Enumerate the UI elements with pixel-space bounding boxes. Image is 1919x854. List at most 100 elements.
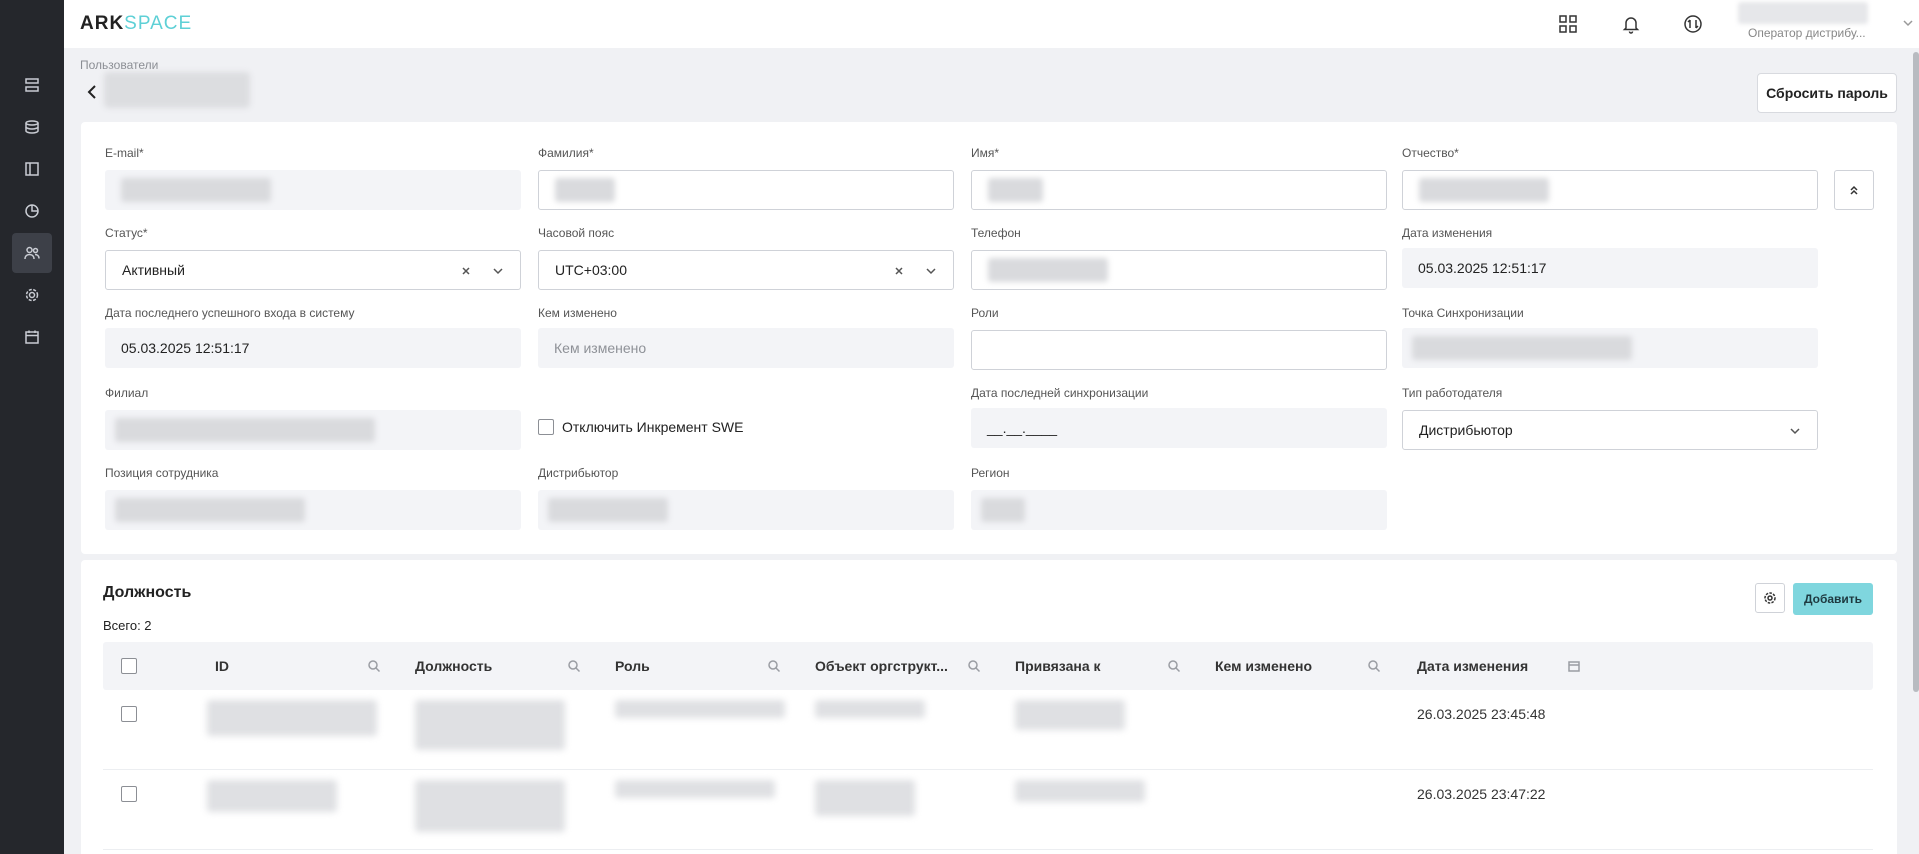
phone-value <box>988 258 1108 282</box>
first-name-field[interactable] <box>971 170 1387 210</box>
calendar-icon[interactable] <box>1567 659 1581 673</box>
cell-position <box>415 780 565 832</box>
row-checkbox[interactable] <box>121 706 137 722</box>
roles-field[interactable] <box>971 330 1387 370</box>
clear-icon[interactable] <box>893 264 905 276</box>
back-arrow-icon[interactable] <box>84 82 100 102</box>
breadcrumb[interactable]: Пользователи <box>80 58 158 72</box>
column-header-position[interactable]: Должность <box>415 642 605 690</box>
cell-org-object <box>815 700 925 718</box>
column-header-id[interactable]: ID <box>215 642 405 690</box>
user-name <box>1738 2 1868 24</box>
email-label: E-mail* <box>105 146 144 160</box>
users-icon <box>24 246 40 260</box>
column-header-linked-to[interactable]: Привязана к <box>1015 642 1205 690</box>
middle-name-field[interactable] <box>1402 170 1818 210</box>
apps-grid-icon[interactable] <box>1556 12 1580 36</box>
database-icon <box>25 120 39 134</box>
employee-position-label: Позиция сотрудника <box>105 466 219 480</box>
user-menu[interactable]: Оператор дистрибу... <box>1738 2 1918 42</box>
last-login-label: Дата последнего успешного входа в систем… <box>105 306 355 320</box>
row-checkbox[interactable] <box>121 786 137 802</box>
last-sync-field: __.__.____ <box>971 408 1387 448</box>
distributor-value <box>548 498 668 522</box>
branch-field <box>105 410 521 450</box>
list-icon <box>25 78 39 92</box>
sidebar-item-database[interactable] <box>12 107 52 147</box>
region-field <box>971 490 1387 530</box>
top-bar: ARKSPACE Оператор дистрибу... <box>64 0 1919 48</box>
logo-space: SPACE <box>124 13 193 34</box>
phone-field[interactable] <box>971 250 1387 290</box>
chevron-down-icon[interactable] <box>925 264 937 276</box>
sidebar-item-layout[interactable] <box>12 149 52 189</box>
sidebar-item-calendar[interactable] <box>12 317 52 357</box>
table-row[interactable]: 26.03.2025 23:45:48 <box>103 690 1873 770</box>
search-icon[interactable] <box>967 659 981 673</box>
logo-ark: ARK <box>80 13 125 34</box>
app-logo[interactable]: ARKSPACE <box>80 13 192 35</box>
search-icon[interactable] <box>567 659 581 673</box>
layout-icon <box>25 162 39 176</box>
search-icon[interactable] <box>1167 659 1181 673</box>
region-value <box>981 498 1025 522</box>
column-header-modified-date[interactable]: Дата изменения <box>1417 642 1607 690</box>
modified-date-label: Дата изменения <box>1402 226 1493 240</box>
cell-id <box>207 700 377 736</box>
employer-type-select[interactable]: Дистрибьютор <box>1402 410 1818 450</box>
sync-point-value <box>1412 336 1632 360</box>
gear-icon <box>1764 592 1776 604</box>
cell-role <box>615 780 775 798</box>
sidebar-item-users[interactable] <box>12 233 52 273</box>
last-sync-value: __.__.____ <box>987 420 1058 436</box>
sidebar-item-reports[interactable] <box>12 191 52 231</box>
branch-value <box>115 418 375 442</box>
search-icon[interactable] <box>1367 659 1381 673</box>
select-all-checkbox[interactable] <box>121 658 137 674</box>
column-label: Привязана к <box>1015 658 1101 674</box>
column-header-role[interactable]: Роль <box>615 642 805 690</box>
table-settings-button[interactable] <box>1755 583 1785 613</box>
table-header: ID Должность Роль Объект оргструкт... Пр… <box>103 642 1873 690</box>
search-icon[interactable] <box>767 659 781 673</box>
distributor-label: Дистрибьютор <box>538 466 619 480</box>
column-header-org-object[interactable]: Объект оргструкт... <box>815 642 1005 690</box>
sidebar-item-settings[interactable] <box>12 275 52 315</box>
cell-org-object <box>815 780 915 816</box>
scrollbar-thumb[interactable] <box>1913 52 1919 692</box>
timezone-select[interactable]: UTC+03:00 <box>538 250 954 290</box>
disable-increment-checkbox[interactable]: Отключить Инкремент SWE <box>538 419 743 435</box>
chevron-down-icon[interactable] <box>1789 424 1801 436</box>
calendar-icon <box>25 330 39 344</box>
chevron-down-icon[interactable] <box>492 264 504 276</box>
cell-id <box>207 780 337 812</box>
bell-icon[interactable] <box>1619 12 1643 36</box>
sync-icon[interactable] <box>1681 12 1705 36</box>
sync-point-field <box>1402 328 1818 368</box>
reset-password-button[interactable]: Сбросить пароль <box>1757 73 1897 113</box>
chevrons-up-icon <box>1850 185 1858 195</box>
table-row[interactable]: 26.03.2025 23:47:22 <box>103 770 1873 850</box>
cell-linked-to <box>1015 700 1125 730</box>
user-details-card: E-mail* Фамилия* Имя* Отчество* Статус* … <box>81 122 1897 554</box>
phone-label: Телефон <box>971 226 1021 240</box>
cell-role <box>615 700 785 718</box>
middle-name-value <box>1419 178 1549 202</box>
checkbox[interactable] <box>538 419 554 435</box>
employee-position-value <box>115 498 305 522</box>
sidebar-item-list[interactable] <box>12 65 52 105</box>
timezone-value: UTC+03:00 <box>555 262 627 278</box>
column-label: Объект оргструкт... <box>815 658 948 674</box>
sidebar <box>0 0 64 854</box>
search-icon[interactable] <box>367 659 381 673</box>
collapse-button[interactable] <box>1834 170 1874 210</box>
clear-icon[interactable] <box>460 264 472 276</box>
last-name-field[interactable] <box>538 170 954 210</box>
add-button[interactable]: Добавить <box>1793 583 1873 615</box>
column-label: Должность <box>415 658 493 674</box>
positions-card: Должность Всего: 2 Добавить ID Должность… <box>81 560 1897 854</box>
email-value <box>121 178 271 202</box>
column-label: Дата изменения <box>1417 658 1529 674</box>
status-select[interactable]: Активный <box>105 250 521 290</box>
column-header-modified-by[interactable]: Кем изменено <box>1215 642 1405 690</box>
